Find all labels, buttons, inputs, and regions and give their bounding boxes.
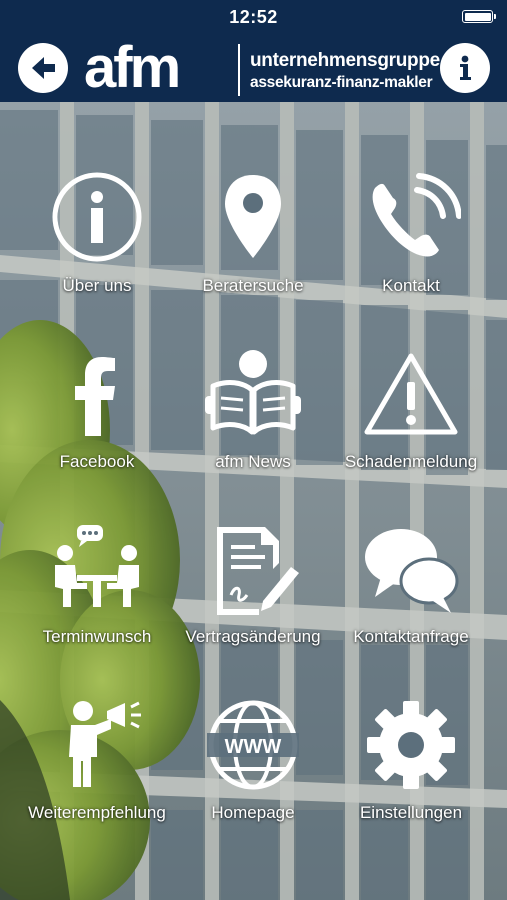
info-circle-icon xyxy=(47,172,147,272)
menu-item-einstellungen[interactable]: Einstellungen xyxy=(331,699,491,849)
menu-item-terminwunsch[interactable]: Terminwunsch xyxy=(17,523,177,673)
menu-item-facebook[interactable]: Facebook xyxy=(17,348,177,498)
menu-item-label: Kontaktanfrage xyxy=(353,627,469,646)
map-pin-icon xyxy=(203,172,303,272)
chat-bubbles-icon xyxy=(361,523,461,623)
reader-icon xyxy=(203,348,303,448)
status-bar: 12:52 xyxy=(0,0,507,34)
globe-www-icon: WWW xyxy=(203,699,303,799)
menu-item-kontakt[interactable]: Kontakt xyxy=(331,172,491,322)
menu-item-homepage[interactable]: WWW Homepage xyxy=(173,699,333,849)
logo-tagline-1: unternehmensgruppe xyxy=(250,50,440,71)
battery-icon xyxy=(462,10,496,23)
logo-tagline-2: assekuranz-finanz-makler xyxy=(250,74,433,91)
menu-item-vertragsaenderung[interactable]: Vertragsänderung xyxy=(173,523,333,673)
back-button[interactable] xyxy=(18,43,68,93)
phone-icon xyxy=(361,172,462,272)
contract-edit-icon xyxy=(203,523,303,623)
menu-item-weiterempfehlung[interactable]: Weiterempfehlung xyxy=(17,699,177,849)
menu-item-ueber-uns[interactable]: Über uns xyxy=(17,172,177,322)
status-time: 12:52 xyxy=(229,7,278,27)
menu-item-beratersuche[interactable]: Beratersuche xyxy=(173,172,333,322)
menu-item-label: Einstellungen xyxy=(359,803,463,822)
menu-item-schadenmeldung[interactable]: Schadenmeldung xyxy=(331,348,491,498)
facebook-icon xyxy=(47,348,147,448)
meeting-icon xyxy=(47,523,147,623)
logo-mark: afm xyxy=(84,35,181,100)
menu-item-kontaktanfrage[interactable]: Kontaktanfrage xyxy=(331,523,491,673)
company-logo: afm unternehmensgruppe assekuranz-finanz… xyxy=(84,38,440,98)
info-button[interactable] xyxy=(440,43,490,93)
menu-item-label: Kontakt xyxy=(382,276,440,295)
gear-icon xyxy=(361,699,461,799)
info-icon xyxy=(460,55,471,80)
app-header: afm unternehmensgruppe assekuranz-finanz… xyxy=(0,34,507,102)
megaphone-person-icon xyxy=(47,699,147,799)
menu-item-afm-news[interactable]: afm News xyxy=(173,348,333,498)
warning-icon xyxy=(361,348,461,448)
menu-item-label: Schadenmeldung xyxy=(344,452,478,471)
arrow-left-icon xyxy=(32,57,55,79)
svg-text:WWW: WWW xyxy=(225,736,282,758)
logo-divider xyxy=(238,44,240,96)
menu-grid: Über uns Beratersuche Kontakt Facebook a… xyxy=(0,102,507,900)
